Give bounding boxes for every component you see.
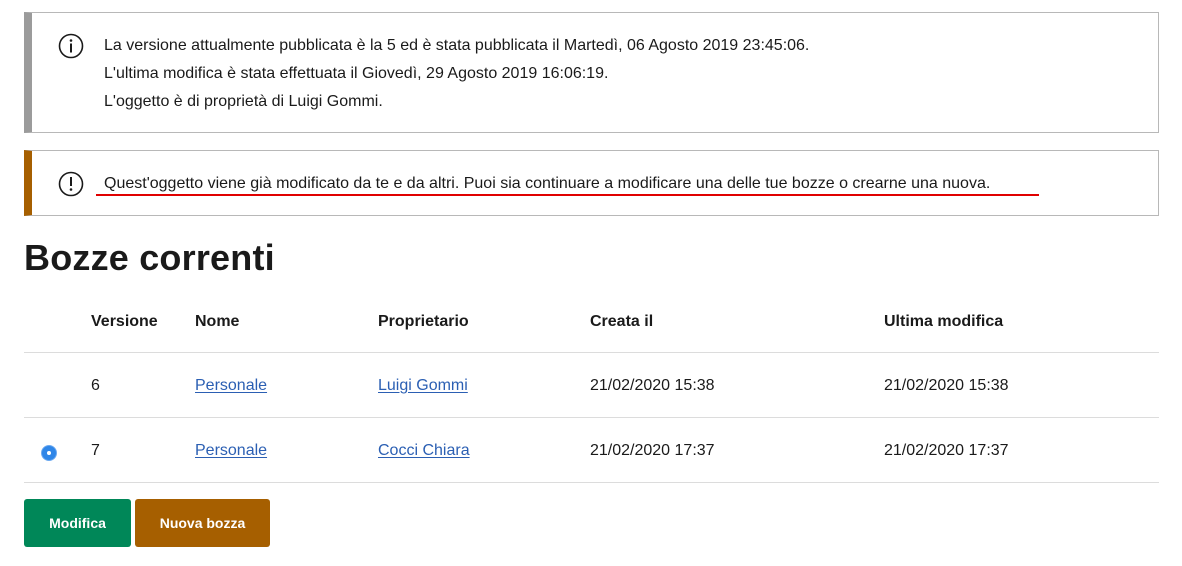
warning-alert-text: Quest'oggetto viene già modificato da te…	[104, 175, 991, 192]
table-divider	[24, 417, 1159, 418]
info-alert-line-last-modified: L'ultima modifica è stata effettuata il …	[104, 65, 609, 82]
draft-name-link[interactable]: Personale	[195, 376, 267, 396]
cell-ultima-modifica: 21/02/2020 17:37	[884, 442, 1009, 459]
row-select-radio[interactable]	[42, 446, 56, 460]
cell-creata-il: 21/02/2020 17:37	[590, 442, 715, 459]
exclamation-icon	[58, 171, 84, 197]
column-header-proprietario: Proprietario	[378, 313, 469, 330]
table-divider	[24, 482, 1159, 483]
cell-creata-il: 21/02/2020 15:38	[590, 377, 715, 394]
column-header-creata-il: Creata il	[590, 313, 654, 330]
info-icon	[58, 33, 84, 59]
info-alert: La versione attualmente pubblicata è la …	[24, 12, 1159, 133]
info-alert-line-owner: L'oggetto è di proprietà di Luigi Gommi.	[104, 93, 383, 110]
column-header-nome: Nome	[195, 313, 240, 330]
cell-versione: 7	[91, 442, 100, 459]
table-divider	[24, 352, 1159, 353]
draft-name-link[interactable]: Personale	[195, 441, 267, 461]
warning-alert: Quest'oggetto viene già modificato da te…	[24, 150, 1159, 216]
red-annotation-underline	[96, 194, 1039, 196]
modifica-button[interactable]: Modifica	[24, 499, 131, 547]
cell-versione: 6	[91, 377, 100, 394]
owner-link[interactable]: Cocci Chiara	[378, 441, 470, 461]
info-alert-line-published: La versione attualmente pubblicata è la …	[104, 37, 810, 54]
nuova-bozza-button[interactable]: Nuova bozza	[135, 499, 270, 547]
page-title: Bozze correnti	[24, 237, 275, 278]
column-header-ultima-modifica: Ultima modifica	[884, 313, 1004, 330]
cell-ultima-modifica: 21/02/2020 15:38	[884, 377, 1009, 394]
column-header-versione: Versione	[91, 313, 158, 330]
owner-link[interactable]: Luigi Gommi	[378, 376, 468, 396]
